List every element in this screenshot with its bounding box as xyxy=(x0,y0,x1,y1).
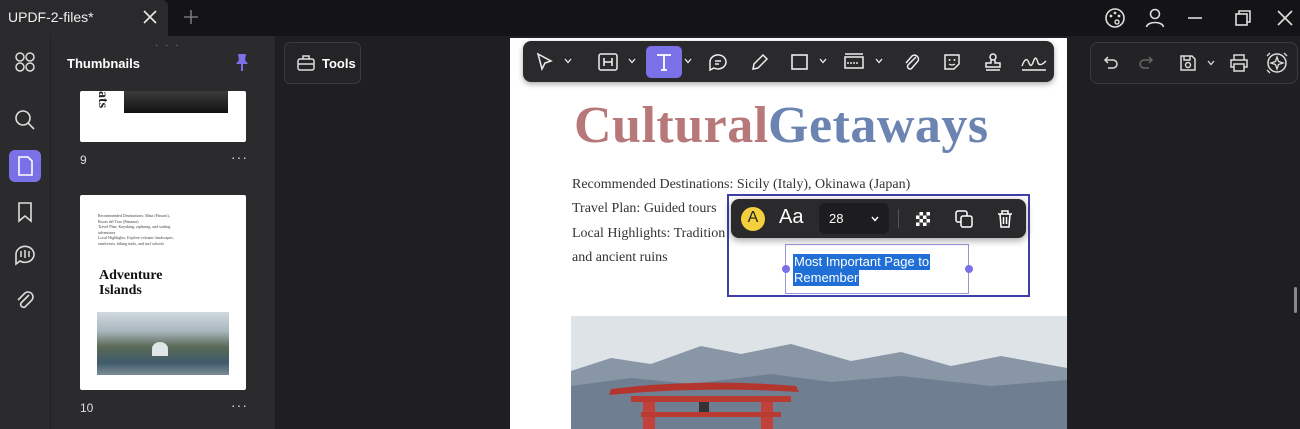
selected-text-line1[interactable]: Most Important Page to xyxy=(793,254,931,270)
chevron-down-icon[interactable] xyxy=(564,58,572,64)
highlight-icon[interactable] xyxy=(597,51,619,73)
font-size-value: 28 xyxy=(829,211,844,226)
search-icon[interactable] xyxy=(11,106,39,134)
text-field-icon[interactable] xyxy=(843,51,865,73)
close-tab-icon[interactable] xyxy=(140,6,160,28)
vertical-scrollbar[interactable] xyxy=(1294,287,1297,313)
font-size-select[interactable]: 28 xyxy=(819,203,889,234)
text-format-toolbar: A Aa 28 xyxy=(731,199,1026,238)
duplicate-icon[interactable] xyxy=(953,208,975,230)
annotation-toolbar xyxy=(523,41,1054,82)
page-thumbnail-10[interactable]: Recommended Destinations: Maui (Hawaii),… xyxy=(80,195,246,390)
thumbnail-heading: Adventure Islands xyxy=(99,268,163,298)
theme-palette-icon[interactable] xyxy=(1103,6,1127,30)
thumbnails-icon[interactable] xyxy=(9,150,41,182)
thumbnail-arch xyxy=(152,342,168,356)
chevron-down-icon[interactable] xyxy=(628,58,636,64)
ai-assistant-icon[interactable] xyxy=(1264,50,1290,76)
rectangle-icon[interactable] xyxy=(789,51,811,73)
doc-line-ruins: and ancient ruins xyxy=(572,250,668,265)
comment-icon[interactable] xyxy=(707,51,729,73)
resize-handle-right[interactable] xyxy=(965,265,973,273)
text-icon xyxy=(657,54,671,71)
photo-drawing xyxy=(571,316,1067,429)
file-toolbar xyxy=(1090,42,1298,84)
comments-icon[interactable] xyxy=(11,241,39,269)
doc-title-part2: Getaways xyxy=(768,97,989,154)
delete-icon[interactable] xyxy=(994,208,1016,230)
torii-gate-photo xyxy=(571,316,1067,429)
doc-line-destinations: Recommended Destinations: Sicily (Italy)… xyxy=(572,177,911,192)
thumb-line: rainforests, hiking trails, and surf sch… xyxy=(98,240,165,246)
toolbox-icon xyxy=(297,55,315,71)
page-9-more-button[interactable]: ··· xyxy=(231,149,248,165)
thumbnail-body-text: Recommended Destinations: Maui (Hawaii),… xyxy=(98,213,238,246)
title-bar: UPDF-2-files* xyxy=(0,0,1300,36)
page-thumbnail-9[interactable]: ats xyxy=(80,91,246,142)
new-tab-icon[interactable] xyxy=(181,7,201,27)
text-tool-active-bg[interactable] xyxy=(646,46,682,78)
font-button[interactable]: Aa xyxy=(779,206,803,229)
doc-line-highlights: Local Highlights: Tradition xyxy=(572,226,726,241)
page-number-10: 10 xyxy=(80,401,94,415)
chevron-down-icon[interactable] xyxy=(1207,60,1215,66)
pin-icon[interactable] xyxy=(233,52,251,72)
doc-title-part1: Cultural xyxy=(574,97,769,154)
chevron-down-icon[interactable] xyxy=(684,58,692,64)
left-rail xyxy=(0,36,50,429)
signature-icon[interactable] xyxy=(1020,51,1048,73)
selected-text-line2[interactable]: Remember xyxy=(793,270,860,286)
opacity-icon[interactable] xyxy=(912,208,934,230)
page-10-more-button[interactable]: ··· xyxy=(231,397,248,413)
thumbnail-heading-fragment: ats xyxy=(95,91,110,109)
undo-icon[interactable] xyxy=(1100,53,1120,73)
bookmark-icon[interactable] xyxy=(11,198,39,226)
sticker-icon[interactable] xyxy=(941,51,963,73)
tools-button[interactable]: Tools xyxy=(284,42,361,84)
tools-label: Tools xyxy=(322,56,356,71)
close-window-icon[interactable] xyxy=(1273,6,1297,30)
document-tab[interactable]: UPDF-2-files* xyxy=(0,0,168,36)
panel-title: Thumbnails xyxy=(67,56,140,71)
doc-line-travel-plan: Travel Plan: Guided tours xyxy=(572,201,717,216)
thumbnail-photo xyxy=(124,91,228,113)
print-icon[interactable] xyxy=(1228,52,1250,74)
tab-title: UPDF-2-files* xyxy=(8,9,94,25)
resize-handle-left[interactable] xyxy=(782,265,790,273)
toolbar-divider xyxy=(898,209,899,228)
thumb-heading-line: Islands xyxy=(99,283,142,298)
minimize-icon[interactable] xyxy=(1183,6,1207,30)
chevron-down-icon xyxy=(871,216,879,222)
chevron-down-icon[interactable] xyxy=(875,58,883,64)
save-icon[interactable] xyxy=(1177,52,1199,74)
text-color-button[interactable]: A xyxy=(741,207,765,231)
page-number-9: 9 xyxy=(80,153,87,167)
thumbnail-photo xyxy=(97,312,229,375)
thumb-heading-line: Adventure xyxy=(99,268,163,283)
attachments-icon[interactable] xyxy=(11,286,39,314)
restore-icon[interactable] xyxy=(1231,6,1255,30)
text-color-letter: A xyxy=(747,209,759,226)
redo-icon[interactable] xyxy=(1137,53,1157,73)
attachment-icon[interactable] xyxy=(901,51,923,73)
panel-resize-handle[interactable]: · · · xyxy=(155,40,181,51)
chevron-down-icon[interactable] xyxy=(819,58,827,64)
stamp-icon[interactable] xyxy=(982,51,1004,73)
organize-icon[interactable] xyxy=(11,48,39,76)
select-icon[interactable] xyxy=(534,51,556,73)
account-icon[interactable] xyxy=(1143,6,1167,30)
thumbnails-panel: · · · Thumbnails ats 9 ··· Recommended D… xyxy=(50,36,275,429)
pencil-icon[interactable] xyxy=(749,51,771,73)
